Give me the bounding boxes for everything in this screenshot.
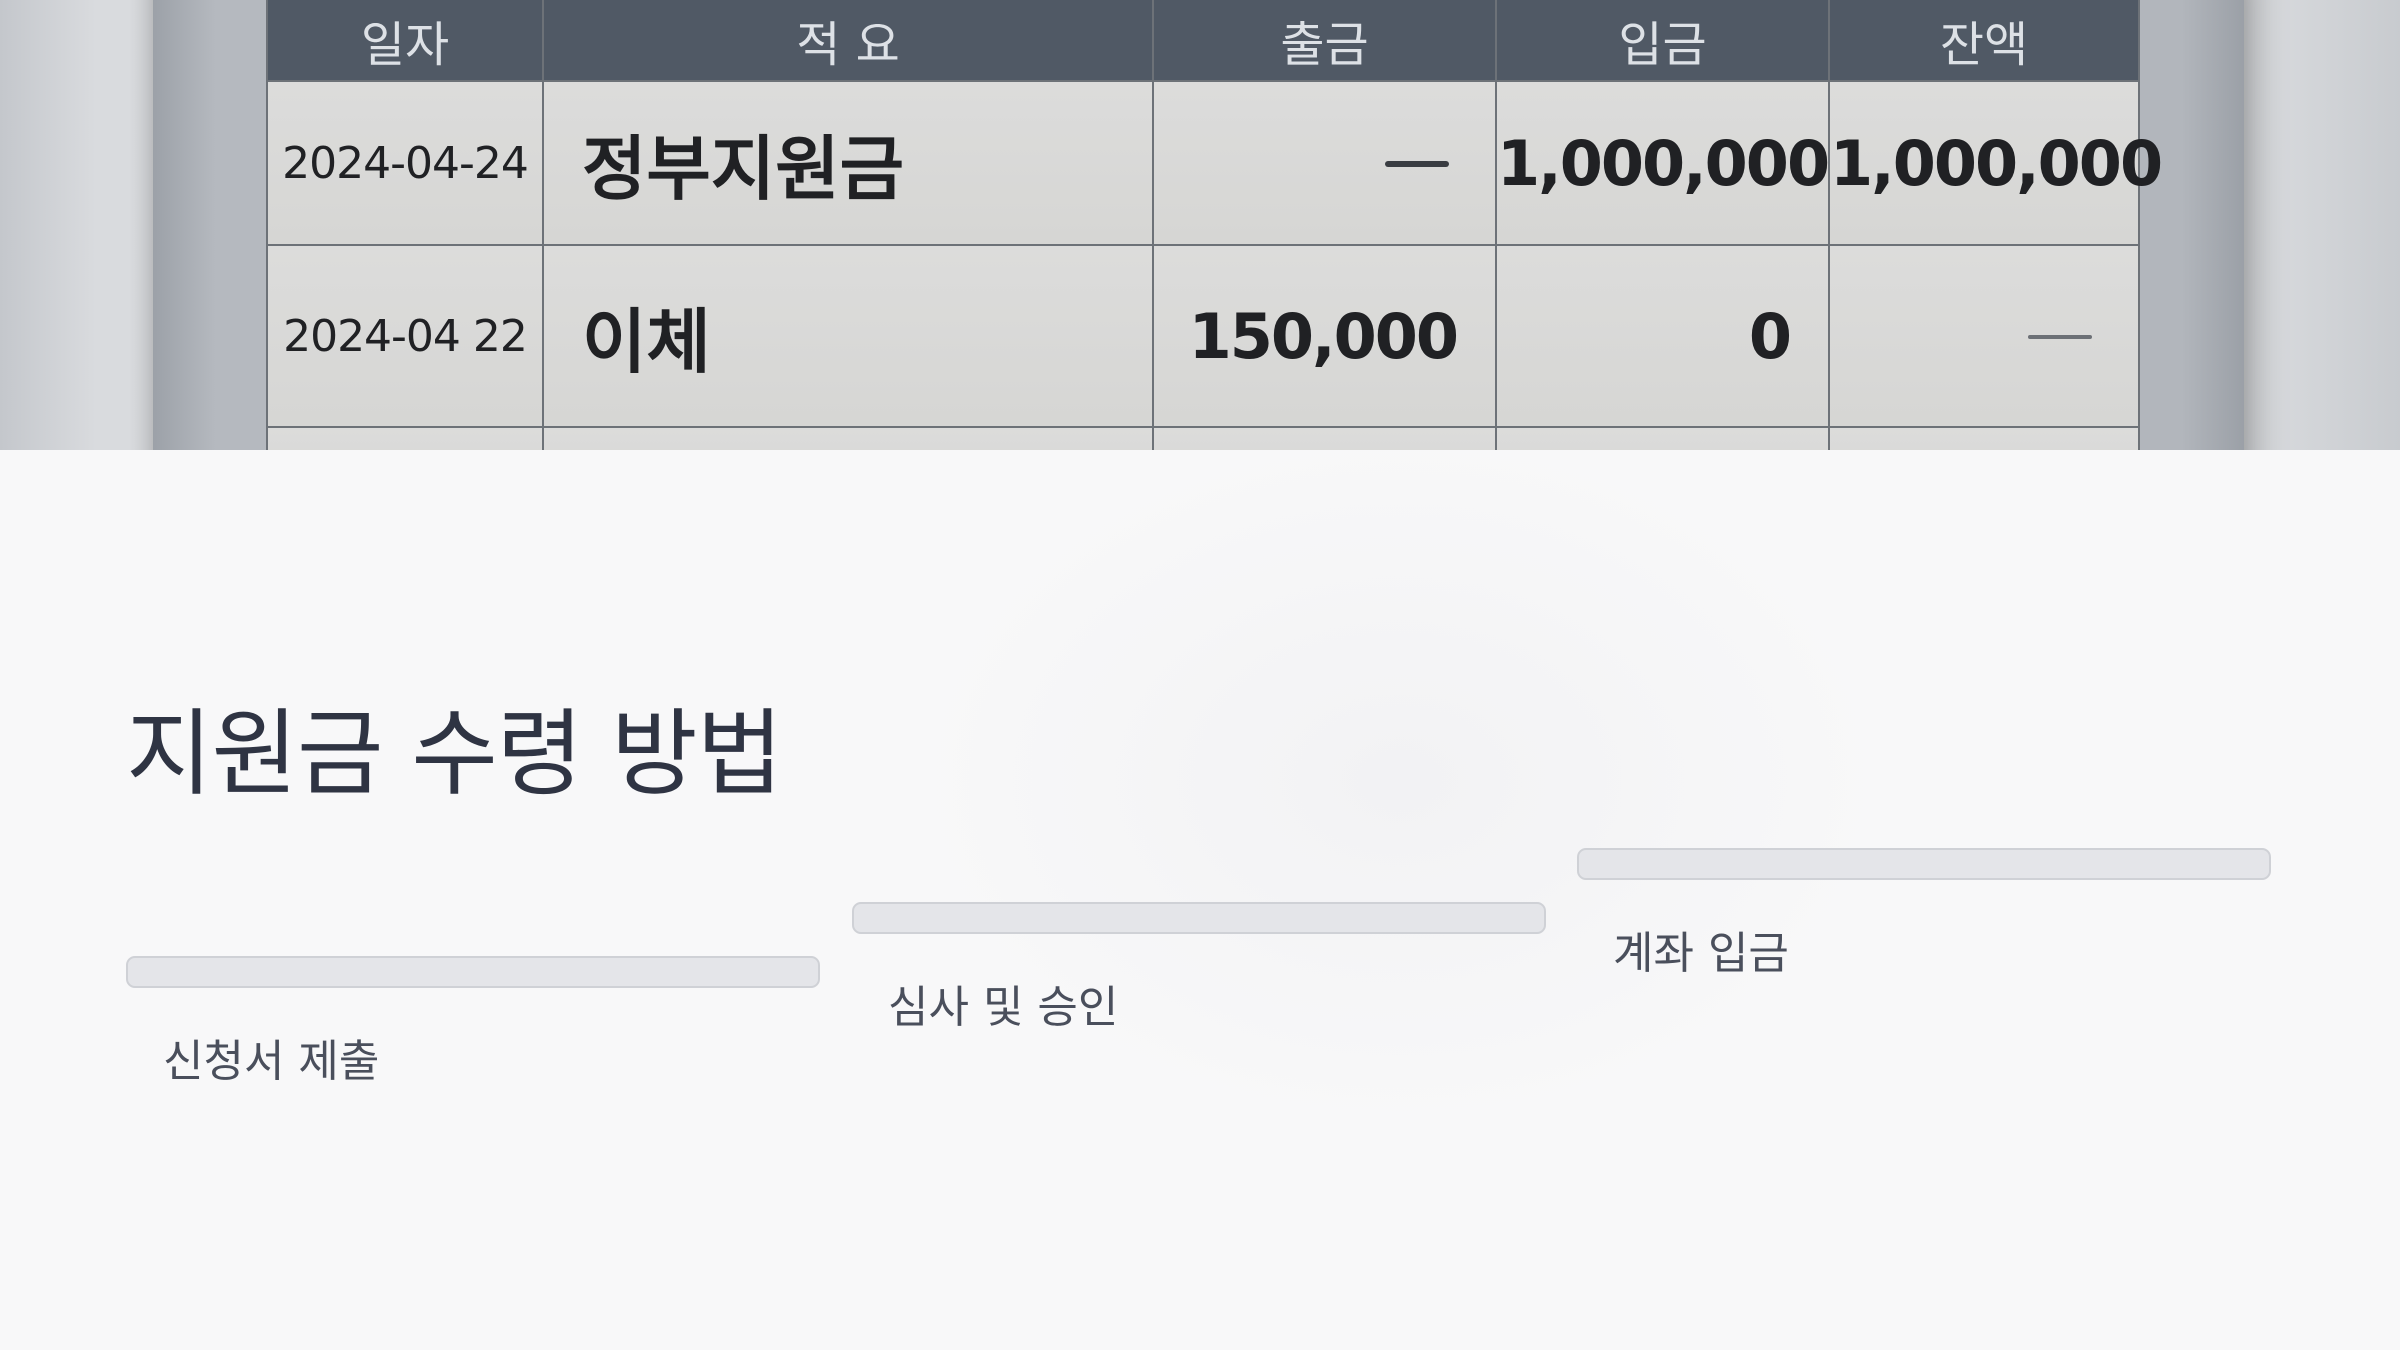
- step-bar-2: [852, 902, 1546, 934]
- row-balance-empty: [1828, 244, 2140, 428]
- table-row: 2024-04 22 이체 150,000 0: [266, 244, 2140, 428]
- row-withdrawal-empty: [1152, 80, 1497, 246]
- step-label-2: 심사 및 승인: [888, 982, 1119, 1033]
- row-date: [266, 426, 544, 450]
- header-deposit: 입금: [1495, 0, 1830, 82]
- row-description: 정부지원금: [542, 80, 1154, 246]
- header-balance: 잔액: [1828, 0, 2140, 82]
- row-balance: [1828, 426, 2140, 450]
- statement-header-row: 일자 적 요 출금 입금 잔액: [266, 0, 2140, 82]
- page-title: 지원금 수령 방법: [126, 700, 783, 809]
- header-date: 일자: [266, 0, 544, 82]
- step-label-3: 계좌 입금: [1613, 928, 1789, 979]
- row-deposit: 0: [1495, 244, 1830, 428]
- table-row: 2024-04-24 정부지원금 1,000,000 1,000,000: [266, 80, 2163, 246]
- slide-body: 지원금 수령 방법 신청서 제출 심사 및 승인 계좌 입금: [0, 450, 2400, 1350]
- table-row: [266, 426, 2140, 450]
- dash-mark: [2028, 335, 2092, 339]
- statement-table: 일자 적 요 출금 입금 잔액 2024-04-24 정부지원금 1,000,0…: [266, 0, 2163, 450]
- dash-mark: [1385, 161, 1449, 167]
- row-date: 2024-04 22: [266, 244, 544, 428]
- row-withdrawal: [1152, 426, 1497, 450]
- statement-photo: 일자 적 요 출금 입금 잔액 2024-04-24 정부지원금 1,000,0…: [0, 0, 2400, 450]
- row-deposit: 1,000,000: [1495, 80, 1830, 246]
- row-description: 이체: [542, 244, 1154, 428]
- row-balance: 1,000,000: [1828, 80, 2163, 246]
- row-withdrawal: 150,000: [1152, 244, 1497, 428]
- header-description: 적 요: [542, 0, 1154, 82]
- step-bar-3: [1577, 848, 2271, 880]
- step-bar-1: [126, 956, 820, 988]
- header-withdrawal: 출금: [1152, 0, 1497, 82]
- step-label-1: 신청서 제출: [163, 1036, 380, 1087]
- row-deposit: [1495, 426, 1830, 450]
- row-date: 2024-04-24: [266, 80, 544, 246]
- row-description: [542, 426, 1154, 450]
